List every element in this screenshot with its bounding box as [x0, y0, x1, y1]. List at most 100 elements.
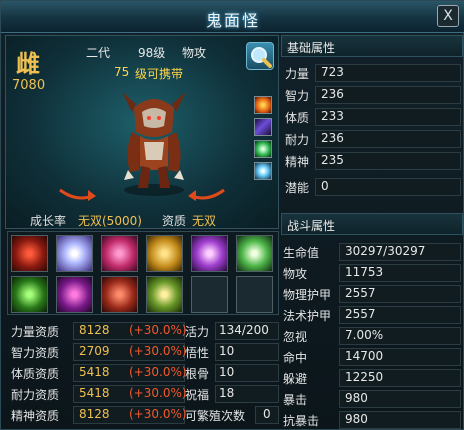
green-bloom-skill-icon[interactable]	[236, 235, 273, 272]
attr-name: 物攻	[283, 267, 308, 281]
ice-shard-skill-icon[interactable]	[56, 235, 93, 272]
fire-orb-icon[interactable]	[254, 96, 272, 114]
battle-attr-row: 命中 14700	[281, 346, 463, 366]
attr-name: 潜能	[285, 181, 310, 195]
attr-value: 236	[321, 87, 344, 101]
basic-attr-row: 精神 235	[281, 151, 463, 171]
attr-value: 980	[345, 412, 368, 426]
aptitude-name: 精神资质	[11, 409, 60, 423]
battle-attr-row: 生命值 30297/30297	[281, 241, 463, 261]
aptitude-row: 耐力资质 5418 (+30.0%) 祝福 18	[7, 384, 279, 404]
arrow-left-icon	[59, 188, 96, 201]
purple-dragon-skill-icon[interactable]	[56, 276, 93, 313]
sub-stat-name: 活力	[185, 325, 210, 339]
battle-attr-row: 躲避 12250	[281, 367, 463, 387]
pet-generation: 二代	[86, 46, 111, 60]
attr-name: 力量	[285, 67, 310, 81]
green-swirl-icon[interactable]	[254, 140, 272, 158]
attr-value: 980	[345, 391, 368, 405]
sub-stat-name: 可繁殖次数	[185, 409, 246, 423]
aptitude-name: 耐力资质	[11, 388, 60, 402]
aptitude-bonus: (+30.0%)	[129, 323, 187, 337]
aptitude-row: 力量资质 8128 (+30.0%) 活力 134/200	[7, 321, 279, 341]
battle-attr-row: 法术护甲 2557	[281, 304, 463, 324]
lightning-icon[interactable]	[254, 118, 272, 136]
pet-info-window: 鬼面怪 X 雌 7080 二代 98级 物攻 75 级可携带 成长率 无双(50…	[0, 0, 464, 430]
magnifier-icon	[251, 47, 272, 68]
attr-value: 11753	[345, 265, 384, 279]
aptitude-row: 精神资质 8128 (+30.0%) 可繁殖次数 0	[7, 405, 279, 425]
crimson-rage-skill-icon[interactable]	[101, 276, 138, 313]
carry-level-text: 级可携带	[135, 67, 184, 81]
basic-attributes-header: 基础属性	[281, 35, 463, 57]
attr-value: 30297/30297	[345, 244, 426, 258]
arrow-right-icon	[188, 188, 225, 201]
red-beast-skill-icon[interactable]	[11, 235, 48, 272]
aptitude-row: 体质资质 5418 (+30.0%) 根骨 10	[7, 363, 279, 383]
attr-name: 智力	[285, 89, 310, 103]
attr-name: 法术护甲	[283, 309, 332, 323]
aptitude-row: 智力资质 2709 (+30.0%) 悟性 10	[7, 342, 279, 362]
sub-stat-value: 0	[263, 407, 271, 421]
empty-skill-slot[interactable]	[191, 276, 228, 313]
golden-wing-skill-icon[interactable]	[146, 276, 183, 313]
aptitude-bonus: (+30.0%)	[129, 407, 187, 421]
attr-value: 2557	[345, 286, 376, 300]
attributes-panel: 基础属性 力量 723 智力 236 体质 233 耐力 236 精神 235 …	[281, 35, 463, 429]
aptitude-name: 体质资质	[11, 367, 60, 381]
aptitude-name: 力量资质	[11, 325, 60, 339]
aptitude-value: 无双	[192, 214, 217, 228]
carry-level-number: 75	[114, 65, 130, 79]
growth-rate-value: 无双(5000)	[78, 214, 142, 228]
sub-stat-value: 18	[219, 386, 235, 400]
attr-value: 7.00%	[345, 328, 384, 342]
battle-attr-row: 暴击 980	[281, 388, 463, 408]
aptitude-value: 5418	[79, 365, 110, 379]
attr-name: 躲避	[283, 372, 308, 386]
claw-strike-skill-icon[interactable]	[11, 276, 48, 313]
pink-aura-skill-icon[interactable]	[101, 235, 138, 272]
aptitude-value: 8128	[79, 323, 110, 337]
attr-value: 723	[321, 65, 344, 79]
attr-value: 12250	[345, 370, 384, 384]
attr-name: 物理护甲	[283, 288, 332, 302]
sub-stat-value: 10	[219, 365, 235, 379]
pet-attack-type: 物攻	[182, 46, 207, 60]
attr-value: 235	[321, 153, 344, 167]
attr-name: 暴击	[283, 393, 308, 407]
battle-attr-row: 物攻 11753	[281, 262, 463, 282]
growth-rate-label: 成长率	[30, 214, 67, 228]
battle-attr-row: 抗暴击 980	[281, 409, 463, 429]
aptitude-table: 力量资质 8128 (+30.0%) 活力 134/200 智力资质 2709 …	[7, 321, 279, 429]
aptitude-label: 资质	[162, 214, 187, 228]
basic-attr-row: 智力 236	[281, 85, 463, 105]
attr-value: 236	[321, 131, 344, 145]
battle-attr-row: 物理护甲 2557	[281, 283, 463, 303]
attr-value: 14700	[345, 349, 384, 363]
window-title: 鬼面怪	[205, 11, 260, 30]
aptitude-value: 8128	[79, 407, 110, 421]
empty-skill-slot[interactable]	[236, 276, 273, 313]
basic-attr-row: 潜能 0	[281, 177, 463, 197]
title-bar: 鬼面怪 X	[1, 1, 464, 33]
aptitude-bonus: (+30.0%)	[129, 386, 187, 400]
aptitude-value: 5418	[79, 386, 110, 400]
inspect-button[interactable]	[246, 42, 274, 70]
sub-stat-name: 祝福	[185, 388, 210, 402]
sub-stat-name: 悟性	[185, 346, 210, 360]
aptitude-bonus: (+30.0%)	[129, 344, 187, 358]
basic-attr-row: 力量 723	[281, 63, 463, 83]
pet-level: 98级	[138, 46, 166, 60]
golden-crest-skill-icon[interactable]	[146, 235, 183, 272]
close-button[interactable]: X	[437, 5, 459, 27]
pet-model	[122, 92, 186, 196]
star-burst-icon[interactable]	[254, 162, 272, 180]
pet-portrait-panel: 雌 7080 二代 98级 物攻 75 级可携带 成长率 无双(5000) 资质…	[5, 35, 279, 229]
sub-stat-name: 根骨	[185, 367, 210, 381]
attr-name: 命中	[283, 351, 308, 365]
attr-value: 2557	[345, 307, 376, 321]
violet-burst-skill-icon[interactable]	[191, 235, 228, 272]
attr-name: 生命值	[283, 246, 320, 260]
aptitude-value: 2709	[79, 344, 110, 358]
close-icon: X	[443, 8, 453, 24]
